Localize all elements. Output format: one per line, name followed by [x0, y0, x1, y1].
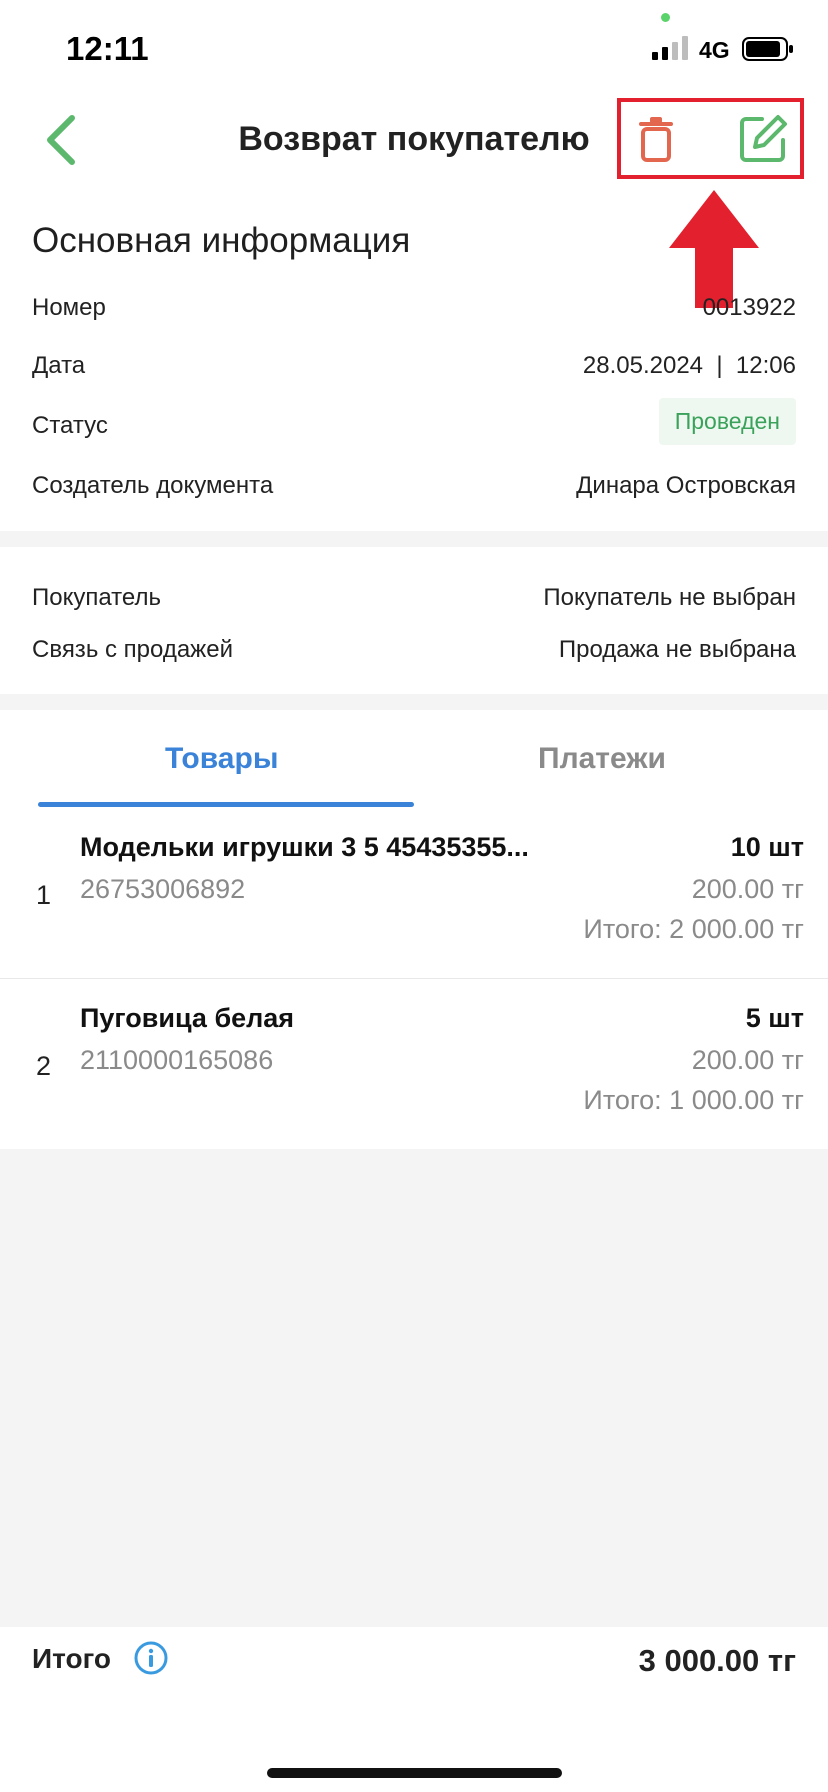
info-row-date: Дата 28.05.2024 | 12:06 [32, 346, 796, 386]
tab-payments[interactable]: Платежи [538, 742, 666, 776]
info-icon[interactable] [134, 1641, 168, 1675]
info-row-number: Номер 0013922 [32, 288, 796, 328]
active-tab-indicator [38, 802, 414, 807]
link-row-customer[interactable]: Покупатель Покупатель не выбран [32, 578, 796, 618]
item-number: 1 [36, 880, 52, 910]
status-bar: 12:11 4G [0, 0, 828, 90]
footer-total-bar: Итого 3 000.00 тг [0, 1627, 828, 1792]
item-name: Модельки игрушки 3 5 45435355... [80, 832, 529, 862]
list-item[interactable]: 2 Пуговица белая 2110000165086 5 шт 200.… [0, 979, 828, 1150]
item-price: 200.00 тг [691, 874, 804, 904]
item-name: Пуговица белая [80, 1003, 295, 1033]
list-item[interactable]: 1 Модельки игрушки 3 5 45435355... 26753… [0, 808, 828, 979]
info-value: 28.05.2024 | 12:06 [582, 352, 796, 379]
tab-bar: Товары Платежи [0, 712, 828, 810]
info-row-creator: Создатель документа Динара Островская [32, 466, 796, 506]
item-total: Итого: 1 000.00 тг [583, 1085, 804, 1115]
privacy-indicator-dot [661, 13, 670, 22]
status-badge: Проведен [658, 398, 796, 445]
list-empty-area [0, 1149, 828, 1627]
section-title-main-info: Основная информация [32, 221, 411, 260]
section-divider [0, 694, 828, 710]
link-value: Продажа не выбрана [558, 636, 796, 663]
section-divider [0, 531, 828, 547]
info-row-status: Статус Проведен [32, 398, 796, 446]
item-barcode: 26753006892 [80, 874, 246, 904]
edit-icon[interactable] [738, 114, 788, 164]
info-label: Дата [32, 352, 86, 379]
home-indicator[interactable] [267, 1768, 562, 1778]
item-quantity: 5 шт [745, 1003, 804, 1033]
battery-icon [742, 37, 793, 61]
tab-goods[interactable]: Товары [165, 742, 278, 776]
item-barcode: 2110000165086 [80, 1045, 274, 1075]
info-value: 0013922 [702, 294, 796, 321]
item-total: Итого: 2 000.00 тг [583, 914, 804, 944]
info-label: Статус [32, 412, 108, 439]
footer-total-value: 3 000.00 тг [638, 1643, 796, 1678]
status-time: 12:11 [66, 30, 149, 67]
item-price: 200.00 тг [691, 1045, 804, 1075]
link-value: Покупатель не выбран [543, 584, 796, 611]
link-label: Покупатель [32, 584, 161, 611]
info-label: Создатель документа [32, 472, 274, 499]
info-value: Динара Островская [576, 472, 796, 499]
cellular-signal-icon [652, 36, 688, 60]
app-header: Возврат покупателю [0, 90, 828, 190]
item-number: 2 [36, 1051, 52, 1081]
network-type: 4G [699, 37, 730, 63]
footer-total-label: Итого [32, 1643, 111, 1674]
item-quantity: 10 шт [730, 832, 804, 862]
trash-icon[interactable] [638, 116, 674, 162]
link-row-sale[interactable]: Связь с продажей Продажа не выбрана [32, 630, 796, 670]
info-label: Номер [32, 294, 106, 321]
link-label: Связь с продажей [32, 636, 233, 663]
